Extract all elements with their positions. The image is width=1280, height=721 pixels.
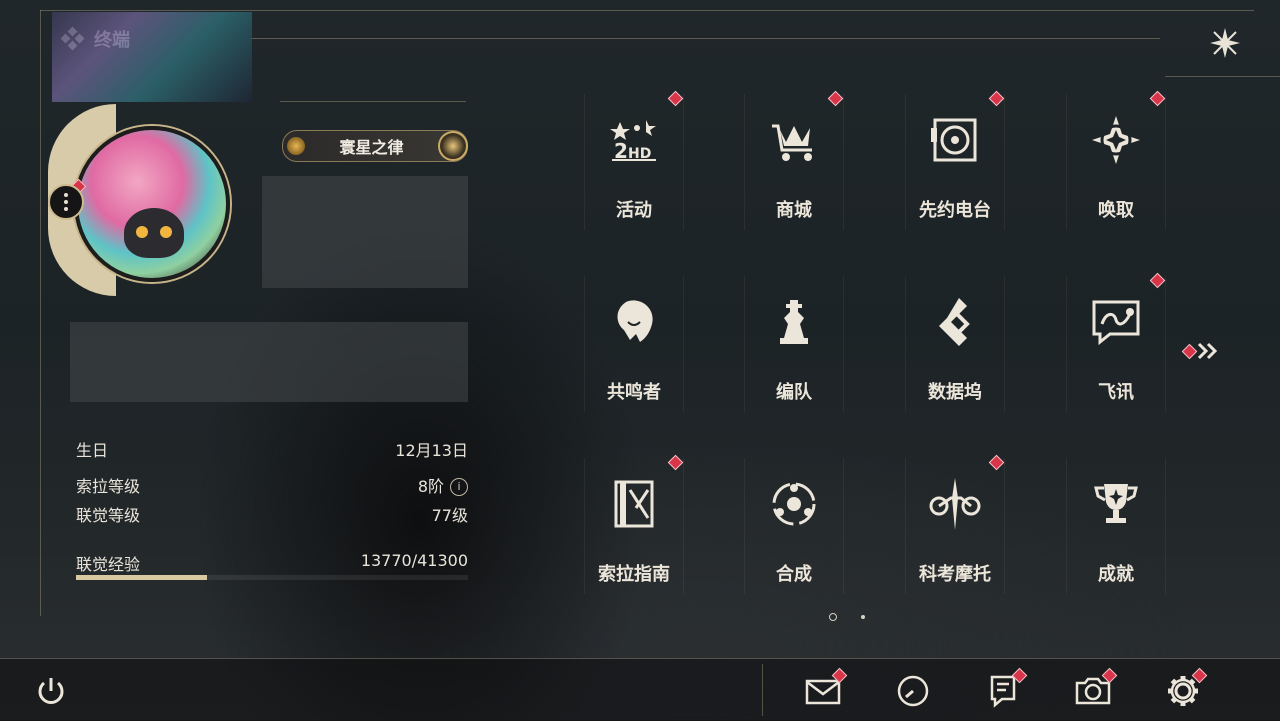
- exp-progress-bar: [76, 575, 468, 580]
- event-2hd-icon: 2 HD: [606, 112, 662, 168]
- menu-item-guidebook[interactable]: 索拉指南: [584, 454, 684, 594]
- title-badge[interactable]: 寰星之律: [282, 130, 468, 162]
- menu-item-motorbike[interactable]: 科考摩托: [905, 454, 1005, 594]
- page-indicator-active[interactable]: [829, 613, 837, 621]
- menu-item-label: 合成: [776, 564, 812, 585]
- profile-banner-art: [52, 12, 252, 102]
- next-page-notification-dot: [1181, 343, 1198, 360]
- menu-item-event-2hd[interactable]: 2 HD 活动: [584, 90, 684, 230]
- data-dock-icon: [927, 294, 983, 350]
- menu-item-label: 索拉指南: [598, 564, 670, 585]
- ring-emblem-icon: [438, 131, 468, 161]
- menu-item-compass-star[interactable]: 唤取: [1066, 90, 1166, 230]
- frame-left-line: [40, 10, 41, 616]
- menu-item-label: 编队: [776, 382, 812, 403]
- menu-item-crown-cart[interactable]: 商城: [744, 90, 844, 230]
- more-options-button[interactable]: [48, 184, 84, 220]
- power-icon: [38, 678, 64, 704]
- radio-record-icon: [927, 112, 983, 168]
- menu-item-label: 共鸣者: [607, 382, 661, 403]
- menu-item-trophy[interactable]: 成就: [1066, 458, 1166, 594]
- exp-progress-fill: [76, 575, 207, 580]
- menu-item-label: 唤取: [1098, 200, 1134, 221]
- stat-union-exp-label: 联觉经验: [76, 555, 141, 574]
- page-indicator[interactable]: [861, 615, 865, 619]
- clock-button[interactable]: [890, 668, 936, 714]
- avatar[interactable]: [74, 126, 230, 282]
- motorbike-icon: [927, 476, 983, 532]
- signature-obscured: [70, 322, 468, 402]
- menu-item-radio-record[interactable]: 先约电台: [905, 90, 1005, 230]
- menu-item-synthesis-orb[interactable]: 合成: [744, 458, 844, 594]
- menu-item-label: 科考摩托: [919, 564, 991, 585]
- compass-star-icon: [1088, 112, 1144, 168]
- power-button[interactable]: [28, 668, 74, 714]
- stat-union-level-label: 联觉等级: [76, 506, 141, 525]
- sun-emblem-icon: [287, 137, 305, 155]
- stat-sola-level: 8阶 i: [300, 473, 468, 497]
- camera-button[interactable]: [1070, 667, 1118, 714]
- guidebook-icon: [606, 476, 662, 532]
- menu-item-label: 数据坞: [928, 382, 982, 403]
- character-head-icon: [606, 294, 662, 350]
- menu-item-label: 先约电台: [919, 200, 991, 221]
- frame-stats-divider: [280, 101, 466, 102]
- menu-item-data-dock[interactable]: 数据坞: [905, 276, 1005, 412]
- menu-item-label: 活动: [616, 200, 652, 221]
- frame-inner-top-line: [250, 38, 1160, 39]
- menu-item-chat-bubble[interactable]: 飞讯: [1066, 272, 1166, 412]
- menu-item-label: 商城: [776, 200, 812, 221]
- notice-button[interactable]: [980, 667, 1028, 714]
- stat-union-exp-value: 13770/41300: [360, 551, 468, 570]
- frame-right-line: [1165, 76, 1280, 77]
- title-badge-text: 寰星之律: [339, 138, 404, 157]
- stat-sola-level-value: 8阶: [417, 477, 444, 496]
- synthesis-orb-icon: [766, 476, 822, 532]
- bottom-divider: [762, 664, 763, 716]
- settings-button[interactable]: [1160, 667, 1208, 714]
- close-star-icon: [1210, 28, 1240, 58]
- crown-cart-icon: [766, 112, 822, 168]
- menu-item-label: 飞讯: [1098, 382, 1134, 403]
- chess-piece-icon: [766, 294, 822, 350]
- menu-item-character-head[interactable]: 共鸣者: [584, 276, 684, 412]
- stat-sola-level-label: 索拉等级: [76, 477, 141, 496]
- info-icon[interactable]: i: [450, 478, 468, 496]
- stat-union-level-value: 77级: [431, 506, 468, 525]
- chat-bubble-icon: [1088, 294, 1144, 350]
- close-button[interactable]: [1200, 20, 1250, 66]
- clock-icon: [897, 675, 929, 707]
- next-page-button[interactable]: [1180, 339, 1224, 363]
- mail-button[interactable]: [800, 667, 848, 714]
- frame-top-line: [40, 10, 1254, 11]
- avatar-cat: [124, 208, 184, 258]
- menu-item-chess-piece[interactable]: 编队: [744, 276, 844, 412]
- trophy-icon: [1088, 476, 1144, 532]
- double-chevron-right-icon: [1197, 342, 1218, 360]
- player-name-obscured: [262, 176, 468, 288]
- stat-birthday-label: 生日: [76, 441, 109, 460]
- stat-birthday-value: 12月13日: [395, 441, 468, 460]
- menu-item-label: 成就: [1098, 564, 1134, 585]
